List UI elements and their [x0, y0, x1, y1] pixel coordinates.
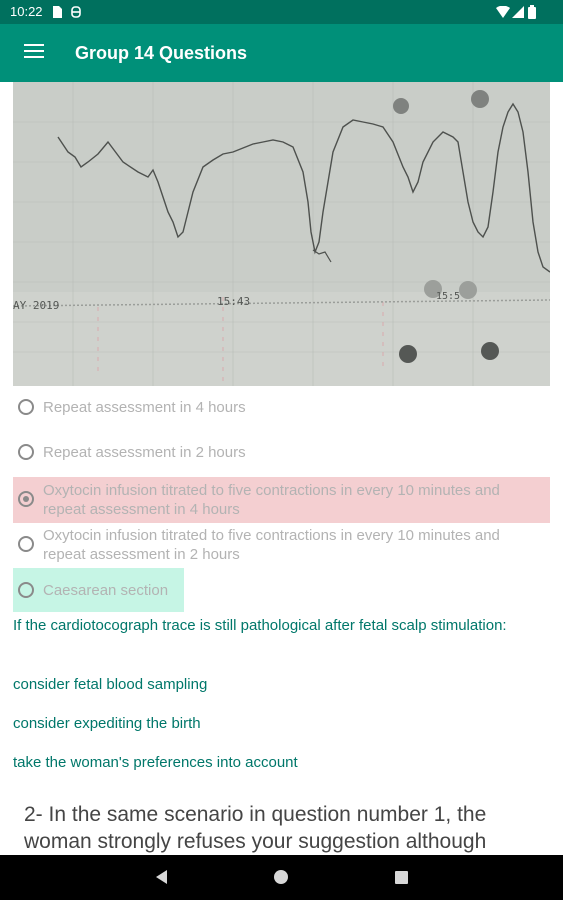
recents-icon[interactable] [395, 871, 408, 884]
option-label: Repeat assessment in 2 hours [43, 444, 246, 461]
question-content[interactable]: AY 2019 15:43 15:5 Repeat assessment in … [0, 82, 563, 855]
option-label: Repeat assessment in 4 hours [43, 399, 246, 416]
status-bar: 10:22 [0, 0, 563, 24]
status-time: 10:22 [10, 4, 43, 19]
option-label: Oxytocin infusion titrated to five contr… [43, 482, 500, 518]
back-icon[interactable] [156, 870, 167, 884]
option-repeat-4h[interactable]: Repeat assessment in 4 hours [13, 396, 550, 418]
explanation-point: take the woman's preferences into accoun… [13, 754, 298, 771]
signal-icon [512, 6, 524, 18]
ctg-trace-image: AY 2019 15:43 15:5 [13, 82, 550, 386]
ctg-label-time-1: 15:43 [217, 295, 250, 308]
explanation-point: consider fetal blood sampling [13, 676, 208, 693]
radio-button[interactable] [18, 582, 34, 598]
option-caesarean-section[interactable]: Caesarean section [13, 568, 184, 612]
app-bar: Group 14 Questions [0, 24, 563, 82]
system-nav-bar [0, 855, 563, 900]
sim-icon [53, 6, 62, 18]
option-oxytocin-4h[interactable]: Oxytocin infusion titrated to five contr… [13, 477, 550, 523]
explanation-intro: If the cardiotocograph trace is still pa… [13, 617, 507, 634]
option-label: Caesarean section [43, 582, 169, 599]
radio-button[interactable] [18, 444, 34, 460]
next-question-text: 2- In the same scenario in question numb… [24, 803, 487, 853]
radio-button[interactable] [18, 399, 34, 415]
explanation-point: consider expediting the birth [13, 715, 201, 732]
hamburger-menu-icon[interactable] [24, 44, 44, 60]
home-icon[interactable] [274, 870, 288, 884]
radio-button-selected[interactable] [18, 491, 34, 507]
ctg-label-time-2: 15:5 [436, 291, 460, 302]
page-title: Group 14 Questions [75, 43, 248, 63]
wifi-icon [496, 6, 510, 18]
option-label: Oxytocin infusion titrated to five contr… [43, 527, 500, 563]
radio-button[interactable] [18, 536, 34, 552]
option-repeat-2h[interactable]: Repeat assessment in 2 hours [13, 441, 550, 463]
battery-icon [528, 5, 536, 19]
option-oxytocin-2h[interactable]: Oxytocin infusion titrated to five contr… [13, 523, 550, 567]
ctg-label-date: AY 2019 [13, 299, 59, 312]
sync-icon [71, 6, 81, 18]
